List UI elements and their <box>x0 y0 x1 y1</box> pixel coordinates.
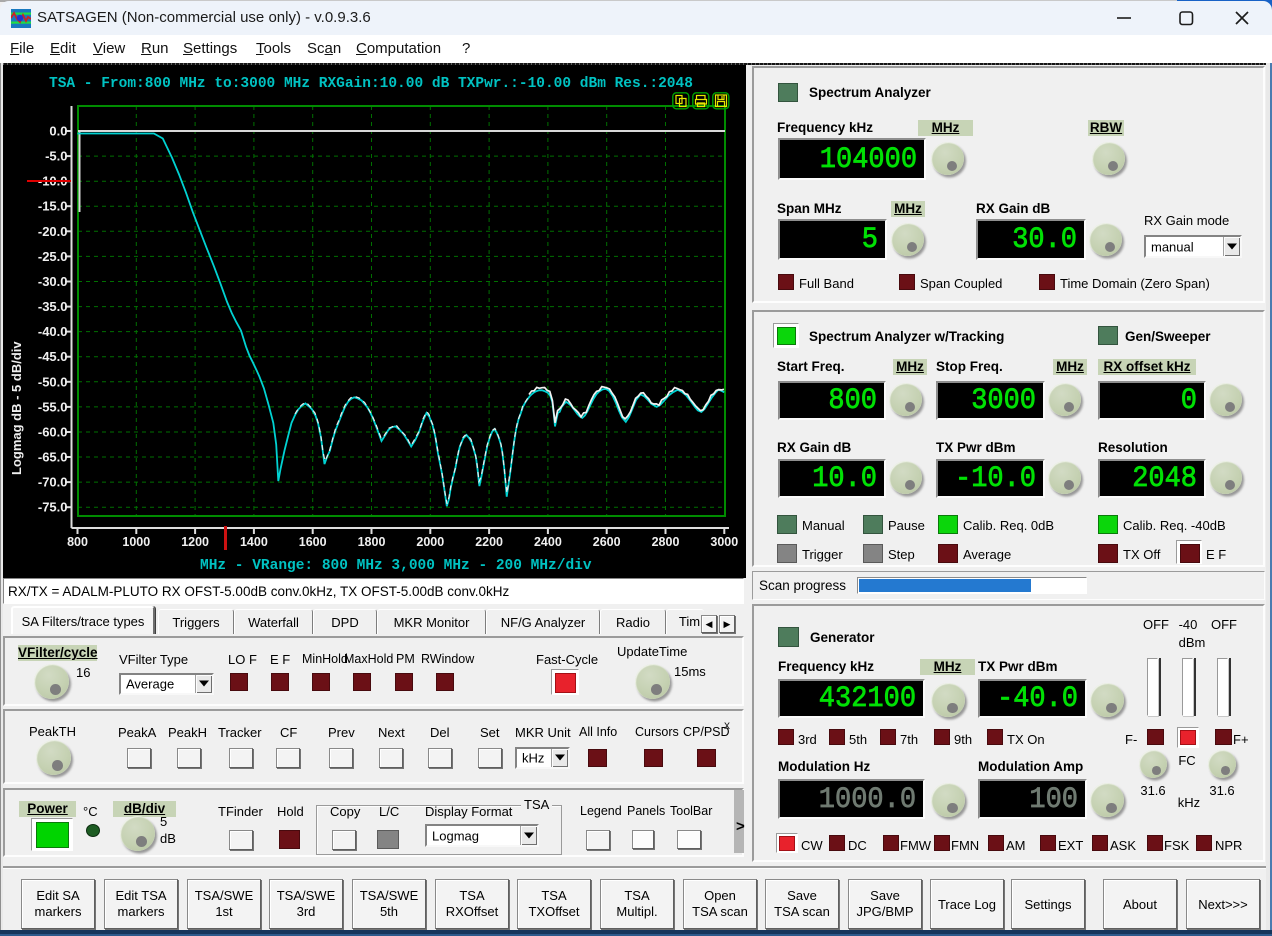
svg-text:800: 800 <box>67 535 88 549</box>
svg-text:-70.0: -70.0 <box>38 475 68 490</box>
svg-text:-50.0: -50.0 <box>38 374 68 389</box>
svg-text:2400: 2400 <box>534 535 562 549</box>
svg-text:-45.0: -45.0 <box>38 349 68 364</box>
svg-text:1600: 1600 <box>299 535 327 549</box>
svg-text:-60.0: -60.0 <box>38 425 68 440</box>
svg-text:-20.0: -20.0 <box>38 224 68 239</box>
svg-text:-25.0: -25.0 <box>38 249 68 264</box>
svg-text:1400: 1400 <box>240 535 268 549</box>
svg-text:-5.0: -5.0 <box>45 149 67 164</box>
svg-text:-75.0: -75.0 <box>38 500 68 515</box>
svg-text:2000: 2000 <box>416 535 444 549</box>
svg-text:-15.0: -15.0 <box>38 199 68 214</box>
svg-text:3000: 3000 <box>710 535 738 549</box>
svg-text:1800: 1800 <box>358 535 386 549</box>
svg-text:0.0: 0.0 <box>49 124 67 139</box>
svg-text:2200: 2200 <box>475 535 503 549</box>
svg-text:1200: 1200 <box>181 535 209 549</box>
svg-text:2600: 2600 <box>593 535 621 549</box>
svg-text:1000: 1000 <box>122 535 150 549</box>
svg-text:-55.0: -55.0 <box>38 399 68 414</box>
svg-text:-30.0: -30.0 <box>38 274 68 289</box>
svg-text:-35.0: -35.0 <box>38 299 68 314</box>
svg-text:2800: 2800 <box>652 535 680 549</box>
svg-text:-40.0: -40.0 <box>38 324 68 339</box>
svg-text:-65.0: -65.0 <box>38 450 68 465</box>
